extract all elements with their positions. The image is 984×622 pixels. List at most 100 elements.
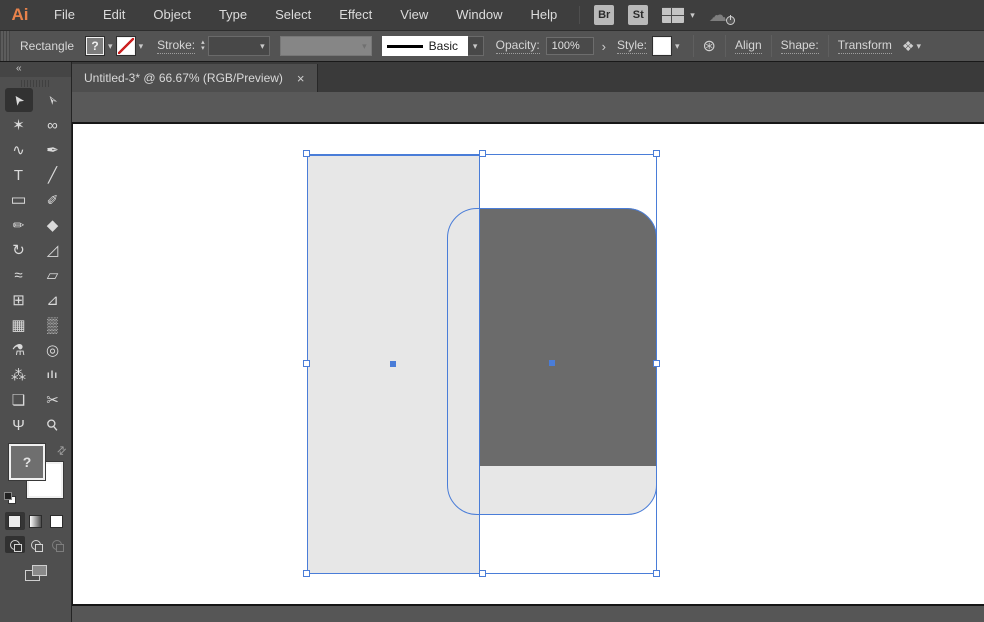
blend-tool[interactable]: ◎ xyxy=(39,338,67,362)
gpu-performance-button[interactable]: ☁ xyxy=(709,5,735,25)
mesh-tool[interactable]: ▦ xyxy=(5,313,33,337)
style-swatch[interactable] xyxy=(652,36,673,56)
workspace-switcher[interactable]: ▾ xyxy=(662,7,695,23)
opacity-label[interactable]: Opacity: xyxy=(495,38,540,54)
shape-builder-tool[interactable]: ⊞ xyxy=(5,288,33,312)
draw-behind-button[interactable] xyxy=(26,536,46,553)
menu-item-object[interactable]: Object xyxy=(139,0,205,30)
document-tab[interactable]: Untitled-3* @ 66.67% (RGB/Preview) × xyxy=(72,64,318,92)
eraser-tool[interactable]: ◆ xyxy=(39,213,67,237)
chevron-down-icon[interactable]: ▾ xyxy=(916,41,921,52)
perspective-grid-tool[interactable]: ⊿ xyxy=(39,288,67,312)
color-button[interactable] xyxy=(4,512,25,530)
selection-handle[interactable] xyxy=(479,150,486,157)
panel-grip[interactable] xyxy=(0,31,10,61)
brush-chevron[interactable]: ▾ xyxy=(467,36,484,56)
pencil-tool[interactable]: ✏ xyxy=(5,213,33,237)
scale-tool[interactable]: ◿ xyxy=(39,238,67,262)
menu-item-file[interactable]: File xyxy=(40,0,89,30)
fill-indicator[interactable]: ? xyxy=(8,443,46,481)
selection-handle[interactable] xyxy=(303,570,310,577)
width-tool[interactable]: ≈ xyxy=(5,263,33,287)
swap-fill-stroke-icon[interactable]: ⇄ xyxy=(54,443,69,458)
artboard-tool[interactable]: ❏ xyxy=(5,388,33,412)
stroke-weight-combo[interactable]: ▾ xyxy=(207,36,270,56)
transform-link[interactable]: Transform xyxy=(837,38,892,54)
artboard-canvas[interactable] xyxy=(72,122,984,604)
rectangle-tool[interactable]: ▭ xyxy=(5,188,33,212)
gradient-button[interactable] xyxy=(26,512,46,530)
object-center-point[interactable] xyxy=(390,361,396,367)
lasso-tool[interactable]: ∞ xyxy=(39,113,67,137)
style-chevron-icon[interactable]: ▾ xyxy=(671,41,684,52)
opacity-next-icon[interactable]: › xyxy=(597,39,611,54)
object-center-point[interactable] xyxy=(549,360,555,366)
screen-mode-icon-overlay xyxy=(31,565,47,576)
tab-close-icon[interactable]: × xyxy=(297,71,305,86)
magic-wand-tool[interactable]: ✶ xyxy=(5,113,33,137)
fill-chevron-icon[interactable]: ▾ xyxy=(104,41,117,52)
menu-item-window[interactable]: Window xyxy=(442,0,516,30)
align-link[interactable]: Align xyxy=(734,38,762,54)
free-transform-tool[interactable]: ▱ xyxy=(39,263,67,287)
menu-item-select[interactable]: Select xyxy=(261,0,325,30)
workspace-body: « ➤ ➣ ✶ ∞ ∿ ✒ T ╱ ▭ ✐ ✏ ◆ ↻ ◿ ≈ ▱ ⊞ ⊿ ▦ ▒ ⚗ ◎ ⁂ ılı ❏ ✂ Ψ ⚲ ? ⇄ xyxy=(0,62,984,622)
chevron-down-icon: ▾ xyxy=(362,40,367,51)
selection-handle[interactable] xyxy=(303,360,310,367)
change-screen-mode-button[interactable] xyxy=(24,565,47,581)
brush-definition-combo[interactable]: Basic ▾ xyxy=(381,36,484,56)
bridge-button[interactable]: Br xyxy=(594,5,615,25)
shape-link[interactable]: Shape: xyxy=(780,38,819,54)
none-button[interactable] xyxy=(47,512,67,530)
default-fill-chip xyxy=(4,492,12,500)
gradient-tool[interactable]: ▒ xyxy=(39,313,67,337)
stroke-weight-stepper[interactable]: ▴ ▾ xyxy=(201,39,205,52)
stroke-weight-label[interactable]: Stroke: xyxy=(157,38,196,54)
width-tool-icon: ≈ xyxy=(14,266,23,284)
selection-bounding-box xyxy=(307,154,657,574)
draw-normal-button[interactable] xyxy=(4,536,25,553)
stock-button[interactable]: St xyxy=(628,5,649,25)
menu-item-help[interactable]: Help xyxy=(516,0,571,30)
recolor-artwork-icon[interactable]: ⊛ xyxy=(703,36,716,56)
default-fill-stroke-icon[interactable] xyxy=(4,492,16,504)
hand-tool[interactable]: Ψ xyxy=(5,413,33,437)
selection-handle[interactable] xyxy=(653,360,660,367)
line-segment-tool-icon: ╱ xyxy=(47,167,58,184)
selection-handle[interactable] xyxy=(303,150,310,157)
stroke-color-swatch[interactable] xyxy=(115,36,136,56)
selection-handle[interactable] xyxy=(479,570,486,577)
column-graph-tool[interactable]: ılı xyxy=(39,363,67,387)
curvature-tool[interactable]: ∿ xyxy=(5,138,33,162)
selection-handle[interactable] xyxy=(653,150,660,157)
zoom-tool[interactable]: ⚲ xyxy=(39,413,67,437)
draw-inside-icon xyxy=(51,539,64,552)
menu-item-view[interactable]: View xyxy=(386,0,442,30)
symbol-sprayer-tool[interactable]: ⁂ xyxy=(5,363,33,387)
pen-tool[interactable]: ✒ xyxy=(39,138,67,162)
menu-item-effect[interactable]: Effect xyxy=(325,0,386,30)
selection-tool[interactable]: ➤ xyxy=(4,88,33,112)
tools-collapse-button[interactable]: « xyxy=(0,62,71,77)
stroke-chevron-icon[interactable]: ▾ xyxy=(135,41,148,52)
pasteboard[interactable] xyxy=(72,92,984,122)
fill-color-swatch[interactable]: ? xyxy=(85,36,106,56)
slice-tool[interactable]: ✂ xyxy=(39,388,67,412)
shape-builder-tool-icon: ⊞ xyxy=(12,292,25,309)
brush-preview: Basic xyxy=(381,36,468,56)
type-tool[interactable]: T xyxy=(5,163,33,187)
direct-selection-tool[interactable]: ➣ xyxy=(39,88,67,112)
menu-item-edit[interactable]: Edit xyxy=(89,0,139,30)
selection-handle[interactable] xyxy=(653,570,660,577)
lasso-tool-icon: ∞ xyxy=(47,116,58,134)
tools-grip[interactable] xyxy=(20,80,51,87)
eyedropper-tool[interactable]: ⚗ xyxy=(5,338,33,362)
menu-item-type[interactable]: Type xyxy=(205,0,261,30)
paintbrush-tool[interactable]: ✐ xyxy=(39,188,67,212)
transform-options-icon[interactable]: ❖ xyxy=(902,38,915,55)
opacity-field[interactable]: 100% xyxy=(545,37,594,55)
rotate-tool[interactable]: ↻ xyxy=(5,238,33,262)
style-label[interactable]: Style: xyxy=(617,38,648,54)
line-segment-tool[interactable]: ╱ xyxy=(39,163,67,187)
rectangle-tool-icon: ▭ xyxy=(10,190,27,209)
